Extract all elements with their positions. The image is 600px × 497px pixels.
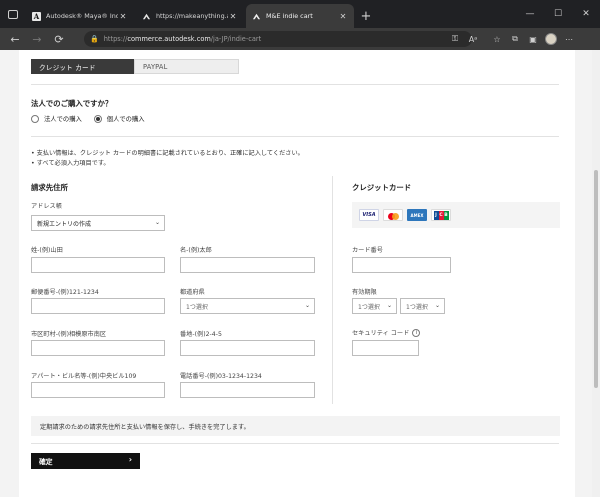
postal-code-field[interactable] <box>31 298 165 314</box>
checkout-form: クレジット カード PAYPAL 法人でのご購入ですか？ 法人での購入 個人での… <box>19 50 575 497</box>
mastercard-icon <box>383 209 403 221</box>
city-field[interactable] <box>31 340 165 356</box>
close-icon[interactable]: ✕ <box>338 12 348 21</box>
info-icon[interactable]: i <box>412 329 421 337</box>
chevron-right-icon: › <box>128 455 132 464</box>
first-name-label: 名-(例)太郎 <box>180 247 212 254</box>
autodesk-m-icon <box>252 12 261 21</box>
save-notice: 定期請求のための請求先住所と支払い情報を保存し、手続きを完了します。 <box>31 416 560 436</box>
expiry-year-select[interactable]: 1つ選択 ⌄ <box>400 298 445 314</box>
instructions: • 支払い情報は、クレジット カードの明細書に記載されているとおり、正確に記入し… <box>31 149 304 168</box>
close-window-button[interactable]: ✕ <box>572 0 600 28</box>
profile-avatar[interactable] <box>542 28 560 50</box>
street-label: 番地-(例)2-4-5 <box>180 331 222 338</box>
browser-tab-strip: A Autodesk® Maya® Indie, Autodesk ✕ http… <box>0 0 600 28</box>
last-name-label: 姓-(例)山田 <box>31 247 63 254</box>
page-scrollbar[interactable] <box>592 50 600 497</box>
visa-icon: VISA <box>359 209 379 221</box>
confirm-button[interactable]: 確定 › <box>31 453 140 469</box>
postal-code-label: 郵便番号-(例)121-1234 <box>31 289 99 296</box>
radio-individual-label[interactable]: 個人での購入 <box>107 114 145 123</box>
tab-title: https://makeanything.autodesk.c <box>156 12 228 20</box>
corporate-question: 法人でのご購入ですか？ <box>31 99 113 108</box>
back-button[interactable]: ← <box>4 28 26 50</box>
toolbar-icons: ☆ ⧉ ▣ ⋯ <box>488 28 578 50</box>
confirm-label: 確定 <box>39 458 53 466</box>
credit-card-title: クレジットカード <box>352 183 412 192</box>
read-aloud-icon[interactable]: Aᵃ <box>464 28 482 50</box>
prefecture-label: 都道府県 <box>180 289 205 296</box>
close-icon[interactable]: ✕ <box>118 12 128 21</box>
first-name-field[interactable] <box>180 257 315 273</box>
tab-title: Autodesk® Maya® Indie, Autodesk <box>46 12 118 20</box>
window-controls: — ☐ ✕ <box>516 0 600 28</box>
key-icon[interactable]: ⚿ <box>446 28 464 50</box>
instruction-item: • 支払い情報は、クレジット カードの明細書に記載されているとおり、正確に記入し… <box>31 150 304 157</box>
chevron-down-icon: ⌄ <box>304 302 310 309</box>
prefecture-select[interactable]: 1つ選択 ⌄ <box>180 298 315 314</box>
security-code-label: セキュリティ コード i <box>352 328 421 337</box>
close-icon[interactable]: ✕ <box>228 12 238 21</box>
collections-icon[interactable]: ⧉ <box>506 28 524 50</box>
billing-title: 請求先住所 <box>31 183 68 192</box>
favorite-icon[interactable]: ☆ <box>488 28 506 50</box>
divider <box>31 136 559 137</box>
url-text: https://commerce.autodesk.com/ja-JP/indi… <box>103 35 262 43</box>
divider <box>31 443 559 444</box>
maximize-button[interactable]: ☐ <box>544 0 572 28</box>
card-number-label: カード番号 <box>352 247 383 254</box>
expiry-label: 有効期限 <box>352 289 377 296</box>
browser-tab-maya[interactable]: A Autodesk® Maya® Indie, Autodesk ✕ <box>26 4 134 28</box>
expiry-month-select[interactable]: 1つ選択 ⌄ <box>352 298 397 314</box>
address-bar-icons: ⚿ Aᵃ <box>446 28 482 50</box>
column-divider <box>332 176 333 404</box>
phone-field[interactable] <box>180 382 315 398</box>
card-brands: VISA AMEX JCB <box>352 202 560 228</box>
card-number-field[interactable] <box>352 257 451 273</box>
browser-tab-makeanything[interactable]: https://makeanything.autodesk.c ✕ <box>136 4 244 28</box>
instruction-item: • すべて必須入力項目です。 <box>31 159 110 167</box>
divider <box>31 84 559 85</box>
last-name-field[interactable] <box>31 257 165 273</box>
address-bar[interactable]: 🔒 https://commerce.autodesk.com/ja-JP/in… <box>84 31 472 47</box>
scrollbar-thumb[interactable] <box>594 170 598 388</box>
tab-paypal[interactable]: PAYPAL <box>134 59 239 74</box>
jcb-icon: JCB <box>431 209 451 221</box>
chevron-down-icon: ⌄ <box>434 302 440 309</box>
building-field[interactable] <box>31 382 165 398</box>
refresh-button[interactable]: ⟳ <box>48 28 70 50</box>
tab-credit-card[interactable]: クレジット カード <box>31 59 134 74</box>
autodesk-a-icon: A <box>32 11 41 21</box>
amex-icon: AMEX <box>407 209 427 221</box>
tab-title: M&E indie cart <box>266 12 313 20</box>
autodesk-m-icon <box>142 12 151 21</box>
chevron-down-icon: ⌄ <box>386 302 392 309</box>
city-label: 市区町村-(例)相模原市南区 <box>31 331 107 338</box>
street-field[interactable] <box>180 340 315 356</box>
radio-corporate[interactable] <box>31 114 39 123</box>
radio-individual[interactable] <box>93 114 102 123</box>
purchase-type-radios: 法人での購入 個人での購入 <box>31 114 157 123</box>
more-icon[interactable]: ⋯ <box>560 28 578 50</box>
address-book-label: アドレス帳 <box>31 203 62 210</box>
window-menu-icon[interactable] <box>0 0 26 28</box>
extensions-icon[interactable]: ▣ <box>524 28 542 50</box>
security-code-field[interactable] <box>352 340 419 356</box>
page-viewport: クレジット カード PAYPAL 法人でのご購入ですか？ 法人での購入 個人での… <box>0 50 592 497</box>
new-tab-button[interactable]: + <box>356 4 376 28</box>
phone-label: 電話番号-(例)03-1234-1234 <box>180 373 262 380</box>
building-label: アパート・ビル名等-(例)中央ビル109 <box>31 373 137 380</box>
lock-icon: 🔒 <box>90 35 99 43</box>
address-book-select[interactable]: 新規エントリの作成 ⌄ <box>31 215 165 231</box>
radio-corporate-label[interactable]: 法人での購入 <box>44 114 82 123</box>
browser-tab-cart[interactable]: M&E indie cart ✕ <box>246 4 354 28</box>
chevron-down-icon: ⌄ <box>154 219 160 226</box>
minimize-button[interactable]: — <box>516 0 544 28</box>
forward-button[interactable]: → <box>26 28 48 50</box>
